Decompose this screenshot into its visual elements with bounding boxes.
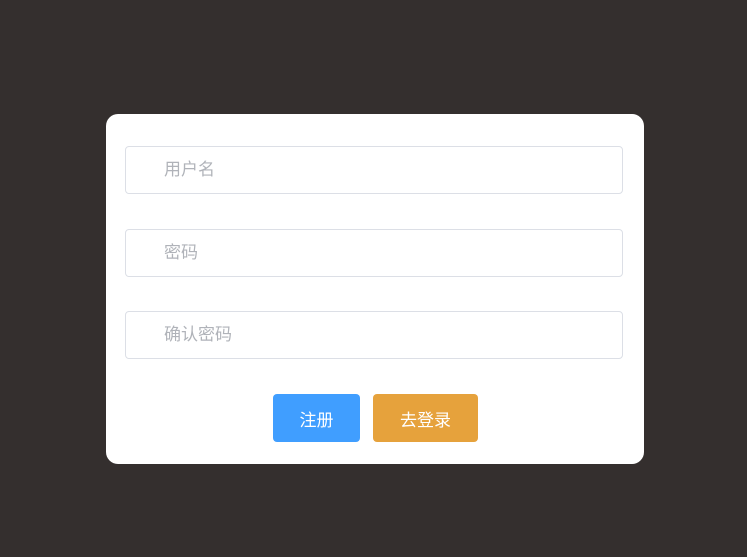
password-field-wrapper bbox=[125, 229, 623, 277]
username-field-wrapper bbox=[125, 146, 623, 194]
confirm-password-field-wrapper bbox=[125, 311, 623, 359]
confirm-password-input[interactable] bbox=[126, 312, 622, 358]
go-login-button[interactable]: 去登录 bbox=[373, 394, 478, 442]
register-card: 注册 去登录 bbox=[106, 114, 644, 464]
register-button[interactable]: 注册 bbox=[273, 394, 360, 442]
username-input[interactable] bbox=[126, 147, 622, 193]
password-input[interactable] bbox=[126, 230, 622, 276]
